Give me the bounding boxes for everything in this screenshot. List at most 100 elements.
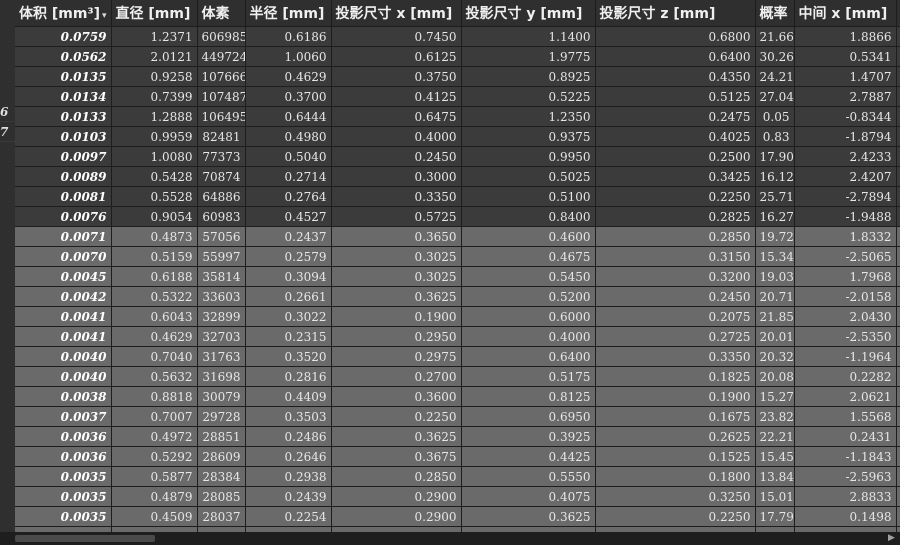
- table-cell[interactable]: 0.1675: [595, 406, 756, 427]
- table-cell[interactable]: 0.0097: [15, 146, 112, 167]
- table-cell[interactable]: 0.0036: [15, 426, 112, 447]
- table-row[interactable]: 0.0040 0.7040 31763 0.3520 0.2975 0.6400 0.335…: [15, 346, 900, 367]
- table-cell[interactable]: 29728: [197, 406, 246, 427]
- header-probability[interactable]: 概率: [755, 0, 795, 27]
- table-cell[interactable]: 0.3675: [331, 446, 462, 467]
- table-cell[interactable]: 0.4527: [245, 206, 332, 227]
- table-cell[interactable]: 30.26: [755, 46, 795, 67]
- table-row[interactable]: 0.0036 0.4972 28851 0.2486 0.3625 0.3925 0.262…: [15, 426, 900, 447]
- table-cell[interactable]: 16.27: [755, 206, 795, 227]
- table-cell[interactable]: 27.04: [755, 86, 795, 107]
- table-cell[interactable]: 0.5200: [461, 286, 596, 307]
- table-cell[interactable]: 0.1825: [595, 366, 756, 387]
- table-cell[interactable]: 0.5225: [461, 86, 596, 107]
- table-cell[interactable]: 0.0081: [15, 186, 112, 207]
- table-cell[interactable]: 0.4629: [245, 66, 332, 87]
- table-cell[interactable]: 0.2625: [595, 426, 756, 447]
- table-cell[interactable]: 55997: [197, 246, 246, 267]
- header-projection-y[interactable]: 投影尺寸 y [mm]: [461, 0, 596, 27]
- table-cell[interactable]: 21.66: [755, 26, 795, 47]
- table-cell[interactable]: 35814: [197, 266, 246, 287]
- table-cell[interactable]: 20.08: [755, 366, 795, 387]
- table-cell[interactable]: 0.6800: [595, 26, 756, 47]
- table-cell[interactable]: 0.3625: [331, 286, 462, 307]
- table-cell[interactable]: 0.2950: [331, 326, 462, 347]
- table-cell[interactable]: 1.0060: [245, 46, 332, 67]
- table-cell[interactable]: 15.45: [755, 446, 795, 467]
- table-cell[interactable]: 449724: [197, 46, 246, 67]
- table-cell[interactable]: 77373: [197, 146, 246, 167]
- table-cell[interactable]: 0.3600: [331, 386, 462, 407]
- table-cell[interactable]: 0.2254: [245, 506, 332, 527]
- table-cell[interactable]: 1.8332: [794, 226, 897, 247]
- table-cell[interactable]: -2.5963: [794, 466, 897, 487]
- table-cell[interactable]: 1.2350: [461, 106, 596, 127]
- table-cell[interactable]: [896, 346, 900, 367]
- table-cell[interactable]: [896, 506, 900, 527]
- table-cell[interactable]: [896, 226, 900, 247]
- table-cell[interactable]: 1.4707: [794, 66, 897, 87]
- table-cell[interactable]: 0.0035: [15, 486, 112, 507]
- table-cell[interactable]: 2.7887: [794, 86, 897, 107]
- table-cell[interactable]: [896, 486, 900, 507]
- table-cell[interactable]: [896, 266, 900, 287]
- header-projection-x[interactable]: 投影尺寸 x [mm]: [331, 0, 462, 27]
- table-cell[interactable]: 22.21: [755, 426, 795, 447]
- header-center-x[interactable]: 中间 x [mm]: [794, 0, 897, 27]
- table-cell[interactable]: 0.0036: [15, 446, 112, 467]
- table-row[interactable]: 0.0133 1.2888 106495 0.6444 0.6475 1.2350 0.24…: [15, 106, 900, 127]
- table-row[interactable]: 0.0071 0.4873 57056 0.2437 0.3650 0.4600 0.285…: [15, 226, 900, 247]
- table-cell[interactable]: 0.0038: [15, 386, 112, 407]
- table-cell[interactable]: [896, 46, 900, 67]
- table-cell[interactable]: 15.27: [755, 386, 795, 407]
- table-cell[interactable]: 0.2282: [794, 366, 897, 387]
- table-cell[interactable]: 28384: [197, 466, 246, 487]
- table-row[interactable]: 0.0045 0.6188 35814 0.3094 0.3025 0.5450 0.320…: [15, 266, 900, 287]
- table-cell[interactable]: 25.71: [755, 186, 795, 207]
- table-row[interactable]: 0.0035 0.4879 28085 0.2439 0.2900 0.4075 0.325…: [15, 486, 900, 507]
- table-cell[interactable]: [896, 446, 900, 467]
- scroll-right-icon[interactable]: ▶: [885, 532, 898, 545]
- table-row[interactable]: 0.0089 0.5428 70874 0.2714 0.3000 0.5025 0.342…: [15, 166, 900, 187]
- sort-desc-icon[interactable]: ▾: [102, 11, 107, 21]
- table-cell[interactable]: 1.7968: [794, 266, 897, 287]
- table-cell[interactable]: 0.2725: [595, 326, 756, 347]
- table-cell[interactable]: 70874: [197, 166, 246, 187]
- table-cell[interactable]: [896, 206, 900, 227]
- table-row[interactable]: 0.0759 1.2371 606985 0.6186 0.7450 1.1400 0.68…: [15, 26, 900, 47]
- table-cell[interactable]: 0.0040: [15, 346, 112, 367]
- header-radius[interactable]: 半径 [mm]: [245, 0, 332, 27]
- table-cell[interactable]: 0.4600: [461, 226, 596, 247]
- table-row[interactable]: 0.0040 0.5632 31698 0.2816 0.2700 0.5175 0.182…: [15, 366, 900, 387]
- table-cell[interactable]: 0.5528: [111, 186, 198, 207]
- table-cell[interactable]: 82481: [197, 126, 246, 147]
- table-cell[interactable]: 15.34: [755, 246, 795, 267]
- table-cell[interactable]: 0.3925: [461, 426, 596, 447]
- table-cell[interactable]: 0.7399: [111, 86, 198, 107]
- table-cell[interactable]: 0.2975: [331, 346, 462, 367]
- table-cell[interactable]: 0.4873: [111, 226, 198, 247]
- table-cell[interactable]: 32703: [197, 326, 246, 347]
- table-cell[interactable]: -1.1964: [794, 346, 897, 367]
- table-cell[interactable]: 0.2850: [595, 226, 756, 247]
- table-cell[interactable]: 0.5100: [461, 186, 596, 207]
- table-cell[interactable]: 0.6444: [245, 106, 332, 127]
- table-cell[interactable]: 23.82: [755, 406, 795, 427]
- table-cell[interactable]: 32899: [197, 306, 246, 327]
- table-cell[interactable]: 20.71: [755, 286, 795, 307]
- table-cell[interactable]: 0.5159: [111, 246, 198, 267]
- table-cell[interactable]: 0.3094: [245, 266, 332, 287]
- table-cell[interactable]: 0.4125: [331, 86, 462, 107]
- table-cell[interactable]: [896, 326, 900, 347]
- table-row[interactable]: 0.0035 0.4509 28037 0.2254 0.2900 0.3625 0.225…: [15, 506, 900, 527]
- table-cell[interactable]: 20.32: [755, 346, 795, 367]
- table-cell[interactable]: 0.5428: [111, 166, 198, 187]
- table-cell[interactable]: 0.0103: [15, 126, 112, 147]
- table-cell[interactable]: 0.0071: [15, 226, 112, 247]
- table-cell[interactable]: -2.0158: [794, 286, 897, 307]
- table-cell[interactable]: 0.6043: [111, 306, 198, 327]
- table-cell[interactable]: 1.2888: [111, 106, 198, 127]
- table-cell[interactable]: 0.2900: [331, 486, 462, 507]
- table-cell[interactable]: 0.3350: [331, 186, 462, 207]
- table-cell[interactable]: 0.2825: [595, 206, 756, 227]
